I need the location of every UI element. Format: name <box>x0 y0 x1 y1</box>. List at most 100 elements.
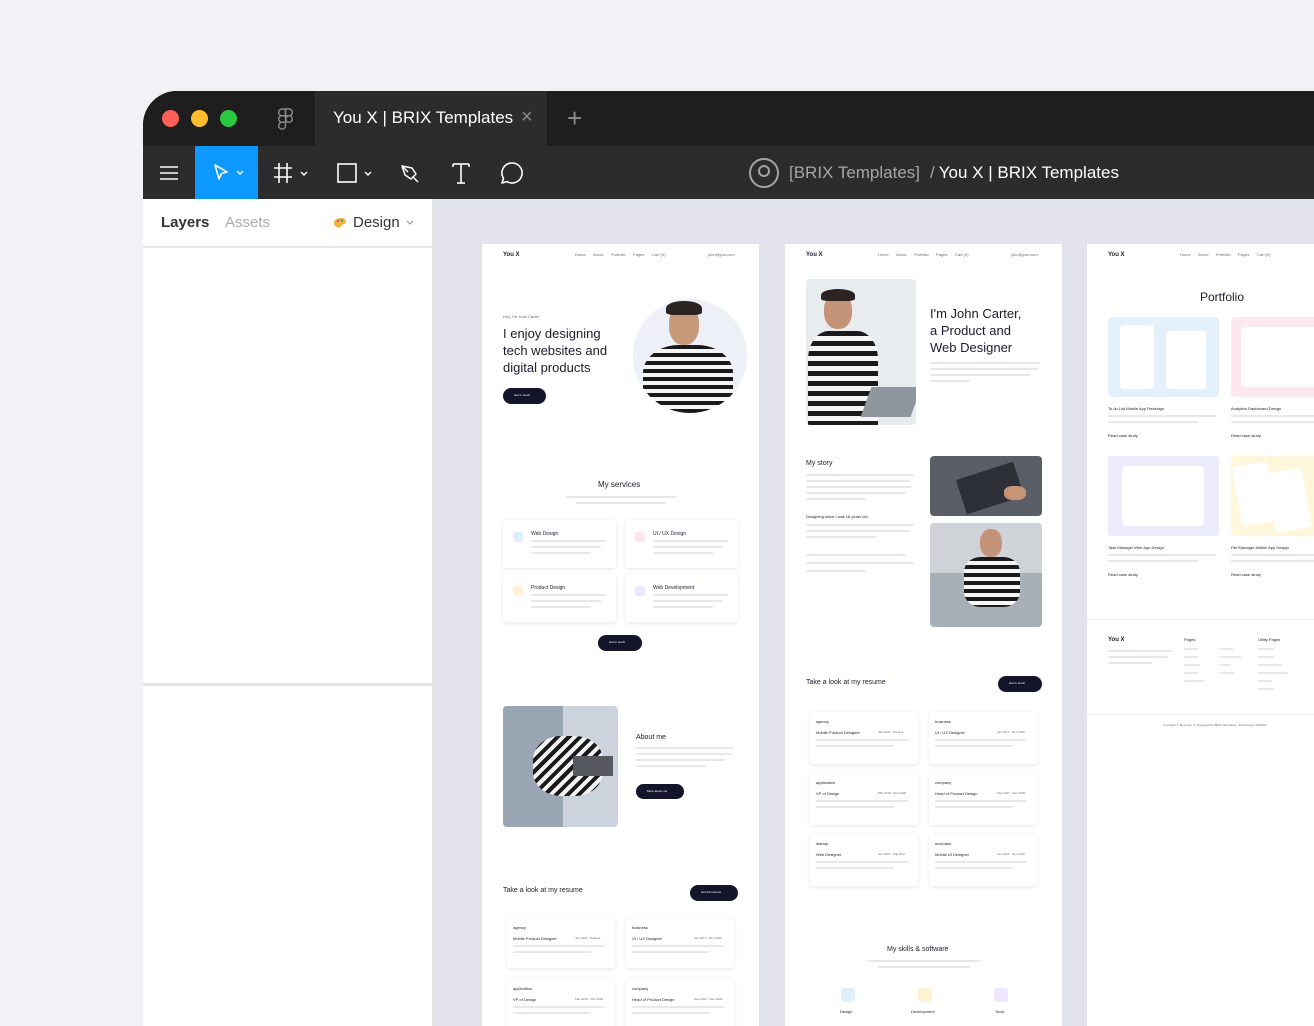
text-line <box>806 554 906 556</box>
tab-assets[interactable]: Assets <box>225 214 270 231</box>
project-title: Analytics Dashboard Design <box>1231 406 1282 411</box>
text-line <box>935 867 1013 869</box>
text-line <box>806 562 914 564</box>
nav-logo: You X <box>1108 252 1125 258</box>
text-line <box>806 524 914 526</box>
services-button: Get in touch <box>598 635 642 651</box>
text-line <box>1184 680 1204 682</box>
text-line <box>1231 421 1314 423</box>
text-line <box>806 530 910 532</box>
canvas[interactable]: You X Home About Portfolio Pages Cart (0… <box>433 199 1314 1026</box>
resume-card: company Head of Product Design Sep 2017 … <box>929 773 1037 825</box>
close-tab-icon[interactable]: × <box>521 106 533 129</box>
text-line <box>1258 688 1274 690</box>
tab-document[interactable]: You X | BRIX Templates × <box>315 91 547 146</box>
text-line <box>653 546 723 548</box>
services-button-label: Get in touch <box>609 640 626 644</box>
footer-divider <box>1087 619 1314 620</box>
frame-tool-button[interactable] <box>267 146 315 199</box>
resume-role: UI / UX Designer <box>935 730 966 735</box>
team-name: [BRIX Templates] <box>789 163 921 182</box>
skill-label: Development <box>911 1009 935 1014</box>
text-line <box>632 1012 710 1014</box>
story-photo-couch <box>930 523 1042 627</box>
skill-label: Tools <box>995 1009 1005 1014</box>
move-tool-button[interactable] <box>195 146 258 199</box>
comment-icon <box>501 161 523 184</box>
hero-title-line: Web Designer <box>930 340 1013 355</box>
chevron-down-icon <box>406 220 414 225</box>
text-line <box>1219 664 1231 666</box>
resume-card: agency Mobile Product Designer Jan 2020 … <box>810 712 918 764</box>
main-menu-button[interactable] <box>147 146 191 199</box>
shape-tool-button[interactable] <box>331 146 379 199</box>
service-title: Web Development <box>653 585 695 591</box>
minimize-window-button[interactable] <box>191 110 208 127</box>
resume-dates: Jan 2020 - Present <box>575 936 601 940</box>
resume-company: agency <box>513 925 526 930</box>
text-line <box>1219 672 1235 674</box>
nav-link: Home <box>1180 252 1191 257</box>
frame-home[interactable]: You X Home About Portfolio Pages Cart (0… <box>482 244 759 1026</box>
maximize-window-button[interactable] <box>220 110 237 127</box>
resume-dates: Jun 2016 - Dec 2019 <box>997 852 1025 856</box>
text-line <box>1108 662 1152 664</box>
text-line <box>531 552 591 554</box>
nav-link: Pages <box>633 252 645 257</box>
text-line <box>632 945 724 947</box>
pen-tool-button[interactable] <box>393 146 427 199</box>
text-tool-button[interactable] <box>445 146 477 199</box>
new-tab-icon[interactable]: + <box>567 103 582 134</box>
resume-card: application VP of Design Mar 2018 - Dec … <box>507 979 615 1026</box>
resume-company: company <box>632 986 649 991</box>
text-line <box>816 800 908 802</box>
resume-company: agency <box>816 719 829 724</box>
tab-layers[interactable]: Layers <box>161 214 209 231</box>
services-title: My services <box>598 480 641 489</box>
text-line <box>1258 648 1274 650</box>
resume-role: Mobile Product Designer <box>513 936 557 941</box>
frame-about[interactable]: You X Home About Portfolio Pages Cart (0… <box>785 244 1062 1026</box>
figma-logo-icon[interactable] <box>278 108 293 130</box>
comment-tool-button[interactable] <box>495 146 529 199</box>
project-thumbnail <box>1231 456 1314 536</box>
hero-portrait <box>806 279 916 425</box>
read-more-link: Read case study <box>1231 572 1261 577</box>
text-line <box>1231 560 1314 562</box>
text-line <box>816 745 894 747</box>
service-card: Product Design <box>503 574 616 622</box>
hero-title-line: digital products <box>503 360 591 375</box>
text-line <box>816 867 894 869</box>
text-line <box>935 800 1027 802</box>
footer-divider <box>1087 714 1314 715</box>
text-line <box>816 739 908 741</box>
resume-dates: Sep 2017 - Dec 2020 <box>694 997 723 1001</box>
resume-title: Take a look at my resume <box>503 887 583 894</box>
text-line <box>806 474 914 476</box>
resume-dates: Jan 2017 - Dec 2020 <box>997 730 1025 734</box>
text-line <box>653 540 728 542</box>
design-mode-dropdown[interactable]: Design <box>333 214 414 231</box>
text-line <box>1219 656 1241 658</box>
resume-button-label: Get in touch <box>1009 681 1026 685</box>
close-window-button[interactable] <box>162 110 179 127</box>
text-line <box>930 368 1038 370</box>
text-line <box>513 1006 605 1008</box>
story-title: My story <box>806 460 833 467</box>
resume-button-label: Get full resume <box>701 890 722 894</box>
resume-company: application <box>816 780 836 785</box>
resume-dates: Jan 2017 - Dec 2020 <box>694 936 722 940</box>
resume-company: application <box>513 986 533 991</box>
text-line <box>653 552 713 554</box>
text-line <box>653 594 728 596</box>
frame-portfolio[interactable]: You X Home About Portfolio Pages Cart (0… <box>1087 244 1314 1026</box>
text-line <box>816 861 908 863</box>
text-line <box>935 861 1027 863</box>
title-separator: / <box>930 163 935 182</box>
resume-button: Get full resume <box>690 885 738 901</box>
text-line <box>806 492 906 494</box>
text-line <box>636 759 726 761</box>
left-panel: Layers Assets Design <box>143 199 433 1026</box>
document-title[interactable]: [BRIX Templates] / You X | BRIX Template… <box>749 157 1119 189</box>
resume-role: Mobile UI Designer <box>935 852 970 857</box>
